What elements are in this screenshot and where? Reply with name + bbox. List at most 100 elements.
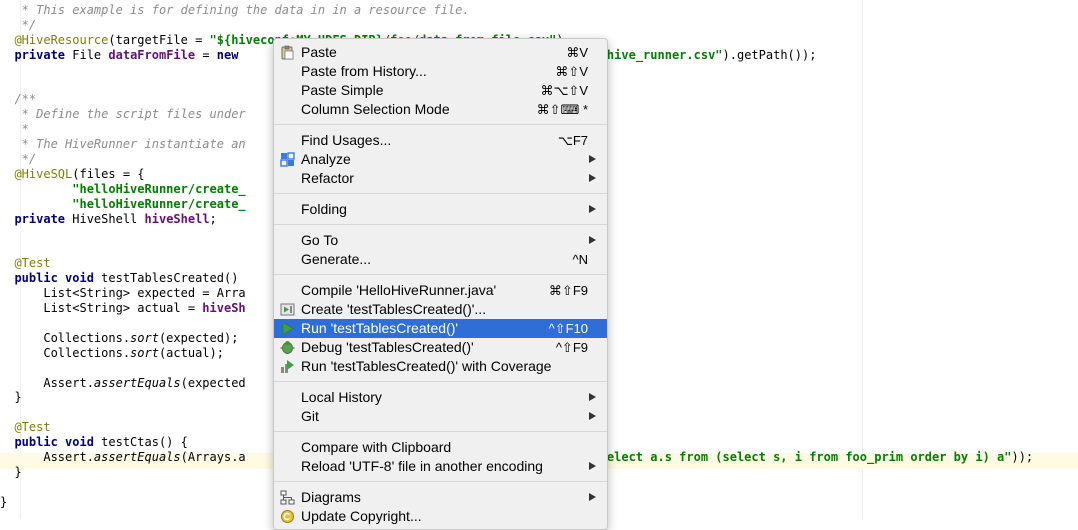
menu-separator	[274, 193, 607, 194]
code-line[interactable]: List<String> expected = Arra	[0, 286, 245, 301]
code-line[interactable]: @Test	[0, 420, 51, 435]
menu-item-create-testtablescreated[interactable]: Create 'testTablesCreated()'...	[274, 300, 607, 319]
submenu-arrow-icon	[589, 493, 596, 501]
menu-separator	[274, 381, 607, 382]
code-line[interactable]: @HiveSQL(files = {	[0, 166, 145, 182]
code-token: @HiveSQL	[0, 166, 73, 181]
menu-item-label: Paste	[301, 44, 337, 60]
submenu-arrow-icon	[589, 236, 596, 244]
code-token: private	[14, 211, 66, 226]
menu-item-label: Local History	[301, 389, 382, 405]
code-line[interactable]: Collections.sort(actual);	[0, 346, 224, 361]
code-token: (targetFile =	[108, 32, 210, 47]
menu-item-label: Paste from History...	[301, 63, 427, 79]
code-line[interactable]: @Test	[0, 256, 50, 271]
code-token: */	[0, 17, 37, 32]
code-token: Collections.	[0, 345, 131, 360]
menu-item-compare-with-clipboard[interactable]: Compare with Clipboard	[274, 438, 607, 457]
code-token: (files = {	[72, 166, 145, 181]
right-margin-guide	[862, 0, 863, 519]
menu-item-git[interactable]: Git	[274, 407, 607, 426]
menu-item-label: Run 'testTablesCreated()'	[301, 320, 459, 336]
menu-item-folding[interactable]: Folding	[274, 200, 607, 219]
menu-item-compile-hellohiverunner-java[interactable]: Compile 'HelloHiveRunner.java' ⌘⇧F9	[274, 281, 607, 300]
menu-separator	[274, 431, 607, 432]
code-line[interactable]: * The HiveRunner instantiate an	[0, 137, 246, 152]
menu-item-diagrams[interactable]: Diagrams	[274, 488, 607, 507]
code-token: (actual);	[158, 345, 224, 360]
code-line[interactable]: */	[0, 18, 36, 33]
menu-item-label: Paste Simple	[301, 82, 384, 98]
code-line[interactable]: }	[0, 465, 21, 480]
code-token: (Arrays.a	[180, 450, 246, 464]
code-token: new	[216, 47, 239, 62]
menu-item-analyze[interactable]: Analyze	[274, 150, 607, 169]
code-line[interactable]: Collections.sort(expected);	[0, 331, 238, 346]
menu-item-label: Create 'testTablesCreated()'...	[301, 301, 487, 317]
menu-item-label: Diagrams	[301, 489, 361, 505]
code-line[interactable]: */	[0, 152, 36, 167]
menu-item-update-copyright[interactable]: Update Copyright...	[274, 507, 607, 526]
code-token: File	[65, 47, 109, 62]
code-token: @Test	[0, 420, 51, 435]
code-token: testTablesCreated()	[93, 271, 239, 286]
menu-item-paste[interactable]: Paste ⌘V	[274, 43, 607, 62]
menu-item-paste-from-history[interactable]: Paste from History... ⌘⇧V	[274, 62, 607, 81]
code-token: testCtas() {	[93, 435, 188, 450]
code-token: sort	[130, 330, 159, 345]
menu-item-go-to[interactable]: Go To	[274, 231, 607, 250]
menu-item-generate[interactable]: Generate... ^N	[274, 250, 607, 269]
code-line[interactable]: public void testTablesCreated()	[0, 271, 238, 286]
code-token: ));	[1011, 450, 1034, 464]
code-token: *	[0, 122, 29, 137]
menu-item-column-selection-mode[interactable]: Column Selection Mode ⌘⇧⌨ *	[274, 100, 607, 119]
code-line[interactable]: public void testCtas() {	[0, 435, 188, 450]
code-token: dataFromFile	[108, 47, 196, 62]
submenu-arrow-icon	[589, 393, 596, 401]
code-token: private	[14, 47, 66, 62]
code-token: public void	[14, 271, 94, 286]
code-token: * The HiveRunner instantiate an	[0, 137, 246, 152]
code-token: "helloHiveRunner/create_	[0, 196, 246, 211]
code-token: "helloHiveRunner/create_	[0, 181, 246, 196]
coverage-icon	[280, 359, 295, 374]
code-line[interactable]: /**	[0, 92, 36, 107]
menu-item-refactor[interactable]: Refactor	[274, 169, 607, 188]
menu-item-label: Refactor	[301, 170, 354, 186]
code-token: }	[0, 494, 8, 509]
menu-item-run-testtablescreated-with-coverage[interactable]: Run 'testTablesCreated()' with Coverage	[274, 357, 607, 376]
code-line[interactable]: "helloHiveRunner/create_	[0, 181, 246, 197]
code-token: public void	[14, 435, 94, 450]
code-token: }	[0, 390, 22, 405]
code-line[interactable]: * This example is for defining the data …	[0, 3, 470, 18]
menu-separator	[274, 224, 607, 225]
submenu-arrow-icon	[589, 412, 596, 420]
menu-item-local-history[interactable]: Local History	[274, 388, 607, 407]
menu-item-shortcut: ⌘⇧F9	[548, 283, 588, 298]
menu-item-find-usages[interactable]: Find Usages... ⌥F7	[274, 131, 607, 150]
code-line[interactable]: List<String> actual = hiveSh	[0, 301, 245, 316]
menu-item-shortcut: ^⇧F9	[555, 340, 588, 355]
code-line[interactable]: }	[0, 495, 7, 510]
menu-item-label: Run 'testTablesCreated()' with Coverage	[301, 358, 552, 374]
menu-item-label: Compare with Clipboard	[301, 439, 452, 455]
menu-item-paste-simple[interactable]: Paste Simple ⌘⌥⇧V	[274, 81, 607, 100]
code-line[interactable]: Assert.assertEquals(expected	[0, 375, 245, 391]
menu-separator	[274, 274, 607, 275]
code-line[interactable]: *	[0, 122, 29, 137]
menu-item-debug-testtablescreated[interactable]: Debug 'testTablesCreated()' ^⇧F9	[274, 338, 607, 357]
menu-item-shortcut: ⌘⌥⇧V	[540, 83, 588, 98]
code-token: assertEquals	[93, 375, 181, 390]
menu-item-label: Column Selection Mode	[301, 101, 450, 117]
run-icon	[280, 321, 295, 336]
code-token: ;	[209, 211, 217, 226]
code-token: * This example is for defining the data …	[0, 3, 470, 17]
code-line[interactable]: }	[0, 390, 22, 405]
menu-item-reload-utf-8-file-in-another-encoding[interactable]: Reload 'UTF-8' file in another encoding	[274, 457, 607, 476]
menu-item-run-testtablescreated[interactable]: Run 'testTablesCreated()' ^⇧F10	[274, 319, 607, 338]
code-token: List<String> actual =	[0, 301, 203, 315]
code-line[interactable]: "helloHiveRunner/create_	[0, 196, 246, 212]
code-token: HiveShell	[65, 211, 145, 226]
code-line[interactable]: private HiveShell hiveShell;	[0, 211, 217, 227]
